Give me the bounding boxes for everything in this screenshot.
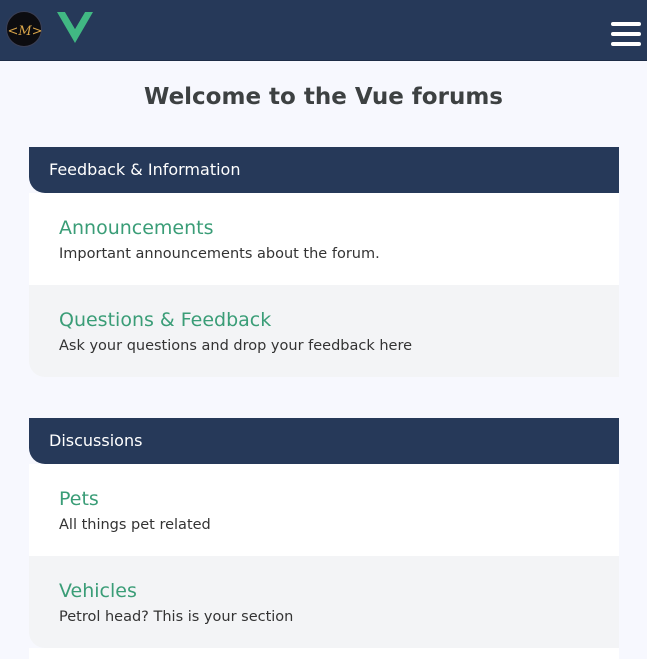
hamburger-menu-icon[interactable]: [609, 20, 641, 48]
site-logo-icon: <M>: [7, 24, 42, 39]
next-category-edge: [29, 648, 619, 659]
forum-description: All things pet related: [59, 517, 211, 533]
forum-row-pets[interactable]: Pets All things pet related: [29, 464, 619, 556]
forum-row-questions-feedback[interactable]: Questions & Feedback Ask your questions …: [29, 285, 619, 377]
vue-logo-icon[interactable]: [57, 12, 93, 48]
category-header: Discussions: [29, 418, 619, 464]
category-header: Feedback & Information: [29, 147, 619, 193]
site-logo[interactable]: <M>: [6, 11, 43, 47]
forum-title-link[interactable]: Questions & Feedback: [59, 308, 619, 332]
svg-text:<M>: <M>: [7, 24, 42, 39]
forum-row-announcements[interactable]: Announcements Important announcements ab…: [29, 193, 619, 285]
forum-description: Important announcements about the forum.: [59, 246, 380, 262]
forum-description: Petrol head? This is your section: [59, 609, 294, 625]
forum-row-vehicles[interactable]: Vehicles Petrol head? This is your secti…: [29, 556, 619, 648]
forum-title-link[interactable]: Vehicles: [59, 579, 619, 603]
top-navbar: <M>: [0, 0, 647, 61]
page-title: Welcome to the Vue forums: [144, 84, 503, 110]
forum-title-link[interactable]: Pets: [59, 487, 619, 511]
forum-title-link[interactable]: Announcements: [59, 216, 619, 240]
category-discussions: Discussions Pets All things pet related …: [29, 418, 619, 648]
category-feedback-information: Feedback & Information Announcements Imp…: [29, 147, 619, 377]
forum-description: Ask your questions and drop your feedbac…: [59, 338, 413, 354]
